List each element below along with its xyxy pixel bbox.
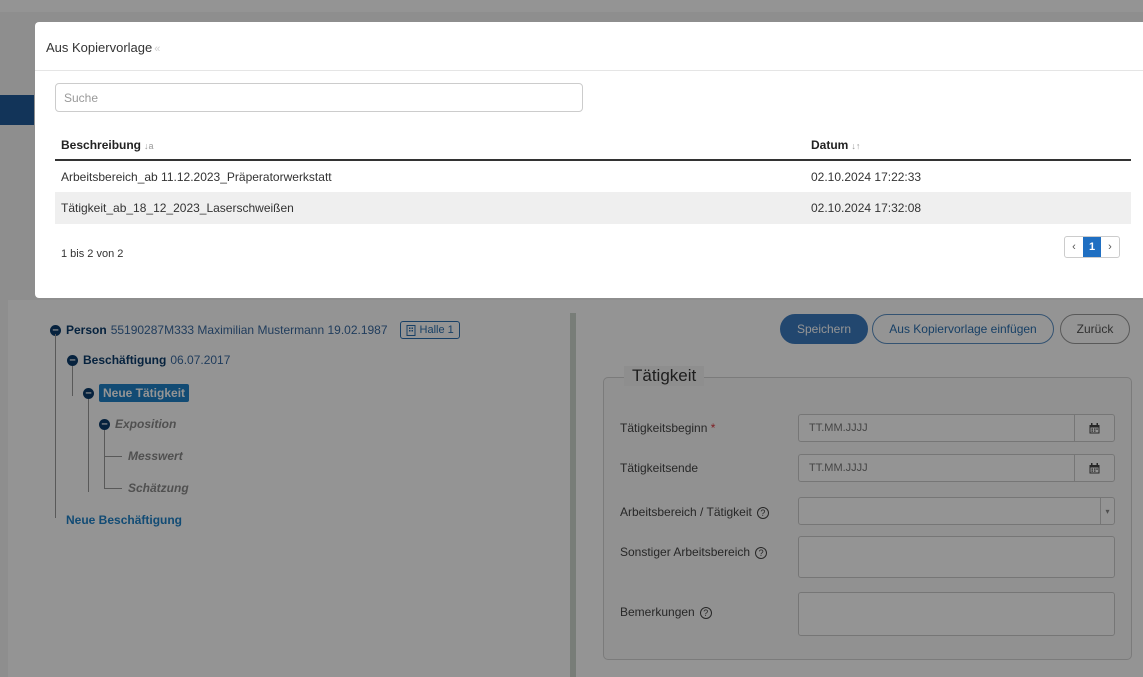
modal-title-text: Aus Kopiervorlage [46,40,153,55]
page-1-button[interactable]: 1 [1083,237,1101,257]
sort-icon[interactable]: ↓a [144,141,154,151]
table-row[interactable]: Arbeitsbereich_ab 11.12.2023_Präperatorw… [55,160,1131,192]
cell-datum: 02.10.2024 17:32:08 [805,192,1131,224]
cell-datum: 02.10.2024 17:22:33 [811,169,922,184]
sort-icon[interactable]: ↓↑ [851,141,860,151]
cell-beschreibung: Tätigkeit_ab_18_12_2023_Laserschweißen [55,192,805,224]
column-label: Beschreibung [61,137,142,152]
modal-divider [35,70,1143,71]
column-header-beschreibung[interactable]: Beschreibung ↓a [55,130,805,161]
prev-page-button[interactable]: ‹ [1065,237,1083,257]
modal-title: Aus Kopiervorlage « [46,40,160,55]
copy-template-modal: Aus Kopiervorlage« Beschreibung↓a Datum↓… [35,22,1143,298]
column-header-datum[interactable]: Datum ↓↑ [805,130,1131,161]
cell-beschreibung: Arbeitsbereich_ab 11.12.2023_Präperatorw… [61,169,332,184]
search-input[interactable] [55,83,583,112]
next-page-button[interactable]: › [1101,237,1119,257]
table-header-row: Beschreibung ↓a Datum ↓↑ [55,130,1131,161]
pagination: ‹ 1 › [1064,236,1120,258]
pagination-info: 1 bis 2 von 2 [61,248,124,260]
collapse-icon[interactable]: « [154,43,160,55]
table-row[interactable]: Tätigkeit_ab_18_12_2023_Laserschweißen 0… [55,192,1131,224]
template-table: Beschreibung ↓a Datum ↓↑ Arbeitsbereich_ab… [55,130,1131,224]
column-label: Datum [811,137,849,152]
